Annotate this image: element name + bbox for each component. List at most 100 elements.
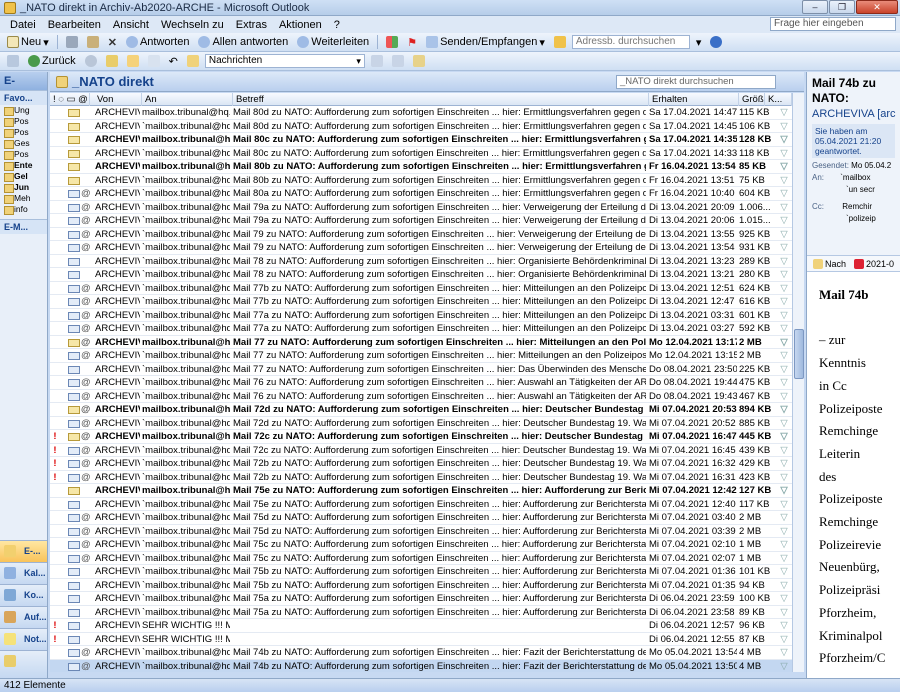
follow-up-flag-icon[interactable]: ▽ <box>778 606 790 619</box>
nav-folder-item[interactable]: Pos <box>0 149 47 160</box>
follow-up-flag-icon[interactable]: ▽ <box>778 255 790 268</box>
nav-folder-item[interactable]: Pos <box>0 116 47 127</box>
attachment-pdf[interactable]: 2021-0 <box>866 259 894 269</box>
message-row[interactable]: ARCHEVIVA`mailbox.tribunal@hq...Mail 78 … <box>50 255 792 268</box>
forward-nav-button[interactable] <box>82 53 100 69</box>
message-row[interactable]: @ ARCHEVIVA`mailbox.tribunal@hq...Mail 77… <box>50 282 792 295</box>
back-button[interactable]: Zurück <box>25 53 79 69</box>
nav-button-notes[interactable]: Not... <box>0 628 47 650</box>
help-search-input[interactable]: Frage hier eingeben <box>770 17 896 31</box>
cc-row-continued[interactable]: `polizeip <box>812 214 895 223</box>
message-row[interactable]: @ ARCHEVIVA`mailbox.tribunal@hq...Mail 77… <box>50 322 792 336</box>
message-row[interactable]: @ ARCHEVIVA`mailbox.tribunal@hq...Mail 74… <box>50 659 792 673</box>
follow-up-flag-icon[interactable]: ▽ <box>778 403 790 416</box>
follow-up-flag-icon[interactable]: ▽ <box>778 309 790 322</box>
message-row[interactable]: ARCHEVIVA`mailbox.tribunal@hq...Mail 75b… <box>50 565 792 579</box>
reply-all-button[interactable]: Allen antworten <box>195 34 291 50</box>
favorites-section[interactable]: Favo... <box>0 90 47 105</box>
follow-up-flag-icon[interactable]: ▽ <box>778 525 790 538</box>
message-sender[interactable]: ARCHEVIVA [arc <box>812 108 896 120</box>
message-row[interactable]: ! @ ARCHEVIVA`mailbox.tribunal@hq...Mail 7… <box>50 457 792 471</box>
send-receive-button[interactable]: Senden/Empfangen ▾ <box>423 34 548 50</box>
message-row[interactable]: ARCHEVIVA`mailbox.tribunal@hq...Mail 75e… <box>50 498 792 511</box>
message-row[interactable]: ARCHEVIVAmailbox.tribunal@hq...Mail 80d … <box>50 106 792 120</box>
message-row[interactable]: @ ARCHEVIVA`mailbox.tribunal@hq...Mail 75… <box>50 552 792 565</box>
menu-help[interactable]: ? <box>328 19 346 31</box>
column-betreff[interactable]: Betreff <box>233 93 649 106</box>
message-row[interactable]: ARCHEVIVA`mailbox.tribunal@hq...Mail 80d… <box>50 120 792 133</box>
message-row[interactable]: @ ARCHEVIVA`mailbox.tribunal@hq...Mail 74… <box>50 646 792 660</box>
undo-button[interactable]: ↶ <box>166 53 181 69</box>
follow-up-flag-icon[interactable]: ▽ <box>778 268 790 281</box>
mail-folders-section[interactable]: E-M... <box>0 219 47 234</box>
follow-up-flag-icon[interactable]: ▽ <box>778 336 790 349</box>
message-row[interactable]: @ ARCHEVIVAmailbox.tribunal@hq...Mail 77 … <box>50 336 792 349</box>
nav-button-bar[interactable] <box>0 650 47 678</box>
follow-up-flag-icon[interactable]: ▽ <box>778 633 790 646</box>
follow-up-flag-icon[interactable]: ▽ <box>778 471 790 484</box>
message-row[interactable]: ARCHEVIVA`mailbox.tribunal@hq...Mail 80b… <box>50 174 792 187</box>
group-button[interactable] <box>389 53 407 69</box>
delete-button[interactable]: ✕ <box>105 34 120 50</box>
follow-up-flag-icon[interactable]: ▽ <box>778 417 790 430</box>
message-row[interactable]: ARCHEVIVA`mailbox.tribunal@hq...Mail 75a… <box>50 592 792 606</box>
to-row-continued[interactable]: `un secr <box>812 185 895 194</box>
follow-up-flag-icon[interactable]: ▽ <box>778 133 790 146</box>
message-row[interactable]: @ ARCHEVIVA`mailbox.tribunal@hq...Mail 79… <box>50 201 792 214</box>
print-preview-button[interactable] <box>145 53 163 69</box>
find-button[interactable] <box>551 34 569 50</box>
message-row[interactable]: ! ARCHEVIVASEHR WICHTIG !!! Mail 72a zu N… <box>50 633 792 646</box>
security-button[interactable] <box>184 53 202 69</box>
follow-up-flag-icon[interactable]: ▽ <box>778 592 790 605</box>
follow-up-flag-icon[interactable]: ▽ <box>778 241 790 254</box>
categorize-button[interactable] <box>383 34 401 50</box>
folder-up-button[interactable] <box>103 53 121 69</box>
scrollbar-thumb[interactable] <box>794 329 804 379</box>
follow-up-flag-icon[interactable]: ▽ <box>778 579 790 592</box>
message-row[interactable]: ARCHEVIVA`mailbox.tribunal@hq...Mail 77 … <box>50 363 792 376</box>
message-row[interactable]: @ ARCHEVIVA`mailbox.tribunal@hq...Mail 75… <box>50 538 792 552</box>
message-row[interactable]: @ ARCHEVIVA`mailbox.tribunal@hq...Mail 75… <box>50 511 792 525</box>
column-erhalten[interactable]: Erhalten <box>649 93 739 106</box>
nav-folder-item[interactable]: Ges <box>0 138 47 149</box>
follow-up-flag-icon[interactable]: ▽ <box>778 147 790 160</box>
nav-folder-item[interactable]: Jun <box>0 182 47 193</box>
follow-up-flag-icon[interactable]: ▽ <box>778 322 790 335</box>
message-row[interactable]: @ ARCHEVIVA`mailbox.tribunal@hq...Mail 77… <box>50 295 792 309</box>
new-button[interactable]: Neu ▾ <box>4 34 52 50</box>
follow-up-flag-icon[interactable]: ▽ <box>778 484 790 497</box>
follow-up-flag-icon[interactable]: ▽ <box>778 282 790 295</box>
toolbar-options-button[interactable] <box>4 53 22 69</box>
message-row[interactable]: ! @ ARCHEVIVA`mailbox.tribunal@hq...Mail 7… <box>50 471 792 484</box>
follow-up-flag-icon[interactable]: ▽ <box>778 646 790 659</box>
follow-up-flag-icon[interactable]: ▽ <box>778 565 790 578</box>
column-icons[interactable]: ! ◌ ▭ @ <box>50 93 90 106</box>
follow-up-flag-icon[interactable]: ▽ <box>778 376 790 389</box>
follow-up-flag-icon[interactable]: ▽ <box>778 120 790 133</box>
message-row[interactable]: ! ARCHEVIVASEHR WICHTIG !!! Mail 72a zu N… <box>50 619 792 633</box>
message-row[interactable]: @ ARCHEVIVA`mailbox.tribunal@hq...Mail 76… <box>50 390 792 403</box>
message-row[interactable]: @ ARCHEVIVA`mailbox.tribunal@hq...Mail 75… <box>50 525 792 538</box>
menu-bearbeiten[interactable]: Bearbeiten <box>42 19 107 31</box>
followup-button[interactable]: ⚑ <box>404 34 420 50</box>
forward-button[interactable]: Weiterleiten <box>294 34 372 50</box>
menu-aktionen[interactable]: Aktionen <box>273 19 328 31</box>
menu-extras[interactable]: Extras <box>230 19 273 31</box>
message-row[interactable]: @ ARCHEVIVA`mailbox.tribunal@hq...Mail 77… <box>50 309 792 322</box>
column-groesse[interactable]: Größe <box>739 93 765 106</box>
minimize-button[interactable]: – <box>802 0 828 14</box>
follow-up-flag-icon[interactable]: ▽ <box>778 660 790 673</box>
close-button[interactable]: ✕ <box>856 0 898 14</box>
message-row[interactable]: ARCHEVIVA`mailbox.tribunal@hq...Mail 78 … <box>50 268 792 282</box>
follow-up-flag-icon[interactable]: ▽ <box>778 160 790 173</box>
message-row[interactable]: ! @ ARCHEVIVA`mailbox.tribunal@hq...Mail 7… <box>50 444 792 457</box>
message-row[interactable]: ARCHEVIVAmailbox.tribunal@hq...Mail 80c … <box>50 133 792 147</box>
follow-up-flag-icon[interactable]: ▽ <box>778 214 790 227</box>
view-option-button[interactable] <box>368 53 386 69</box>
follow-up-flag-icon[interactable]: ▽ <box>778 619 790 632</box>
autopreview-button[interactable] <box>410 53 428 69</box>
message-list-scrollbar[interactable] <box>792 93 804 672</box>
column-kategorie[interactable]: K... <box>765 93 792 106</box>
address-book-dropdown[interactable]: ▾ <box>693 34 705 50</box>
nav-folder-item[interactable]: info <box>0 204 47 215</box>
